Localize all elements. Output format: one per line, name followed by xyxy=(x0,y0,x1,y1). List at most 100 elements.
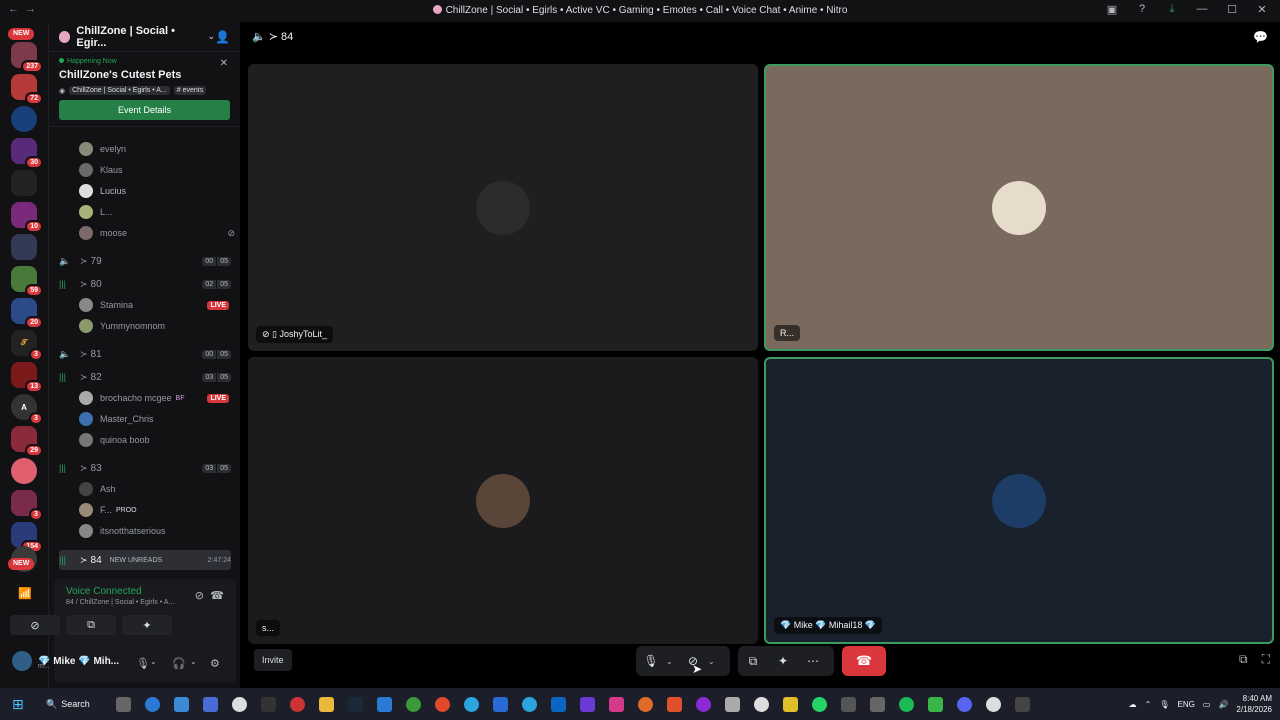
file-explorer-icon[interactable] xyxy=(319,697,334,712)
app-icon[interactable] xyxy=(986,697,1001,712)
server-icon[interactable]: 10 xyxy=(11,202,43,233)
voice-channel-83[interactable]: ||| ≻ 83 03 05 xyxy=(59,458,231,478)
app-icon[interactable] xyxy=(638,697,653,712)
close-icon[interactable]: ✕ xyxy=(220,58,228,69)
whatsapp-icon[interactable] xyxy=(812,697,827,712)
store-icon[interactable] xyxy=(174,697,189,712)
server-icon[interactable]: A3 xyxy=(11,394,43,425)
clock[interactable]: 8:40 AM 2/18/2026 xyxy=(1236,693,1272,715)
app-icon[interactable] xyxy=(232,697,247,712)
teams-icon[interactable] xyxy=(203,697,218,712)
chevron-down-icon[interactable]: ⌄ xyxy=(708,657,720,666)
add-user-icon[interactable]: 👤 xyxy=(215,30,230,44)
chevron-down-icon[interactable]: ⌄ xyxy=(666,657,678,666)
server-header[interactable]: ChillZone | Social • Egir... ⌄ 👤 xyxy=(49,22,240,52)
voice-channel-80[interactable]: ||| ≻ 80 02 05 xyxy=(59,274,231,294)
taskbar-search[interactable]: 🔍 Search xyxy=(46,695,90,713)
app-icon[interactable] xyxy=(1015,697,1030,712)
app-icon[interactable] xyxy=(261,697,276,712)
camera-off-button[interactable]: ⊘ xyxy=(10,615,60,635)
edge-icon[interactable] xyxy=(145,697,160,712)
server-icon[interactable] xyxy=(11,106,37,132)
new-pill[interactable]: NEW xyxy=(8,558,35,570)
more-icon[interactable]: ⋯ xyxy=(798,654,828,668)
server-icon[interactable] xyxy=(11,170,37,196)
leave-call-button[interactable]: ☎ xyxy=(842,646,886,676)
new-unreads-label[interactable]: NEW UNREADS xyxy=(110,557,163,564)
maximize-icon[interactable]: ☐ xyxy=(1224,3,1240,16)
voice-user[interactable]: brochacho mcgee BF LIVE xyxy=(79,389,229,407)
voice-user[interactable]: moose ⊘ xyxy=(79,224,235,242)
voice-channel-81[interactable]: 🔈 ≻ 81 00 05 xyxy=(59,344,231,364)
microphone-icon[interactable]: 🎙 xyxy=(1159,700,1169,709)
voice-location[interactable]: 84 / ChillZone | Social • Egirls • A... xyxy=(66,599,174,606)
screen-share-icon[interactable]: ⧉ xyxy=(738,654,768,669)
server-icon[interactable]: 29 xyxy=(11,426,43,457)
voice-user[interactable]: L... xyxy=(79,203,113,221)
brave-icon[interactable] xyxy=(667,697,682,712)
server-icon[interactable]: 13 xyxy=(11,362,43,393)
invite-button[interactable]: Invite xyxy=(254,649,292,671)
video-tile[interactable]: ⊘ ▯ JoshyToLit_ xyxy=(248,64,758,351)
network-icon[interactable]: ▭ xyxy=(1203,700,1211,709)
video-tile[interactable]: 💎 Mike 💎 Mihail18 💎 xyxy=(764,357,1274,644)
server-icon[interactable]: 3 xyxy=(11,490,43,521)
pop-out-icon[interactable]: ⧉ xyxy=(1239,652,1248,667)
discord-icon[interactable] xyxy=(957,697,972,712)
voice-status[interactable]: Voice Connected xyxy=(66,586,142,597)
server-icon[interactable]: 20 xyxy=(11,298,43,329)
server-icon[interactable]: 154 xyxy=(11,522,43,553)
voice-user[interactable]: evelyn xyxy=(79,140,126,158)
instagram-icon[interactable] xyxy=(609,697,624,712)
volume-icon[interactable]: 🔊 xyxy=(1218,700,1228,709)
download-icon[interactable]: ⤓ xyxy=(1164,3,1180,16)
voice-user[interactable]: Master_Chris xyxy=(79,410,154,428)
voice-user[interactable]: F... PROO xyxy=(79,501,137,519)
app-icon[interactable] xyxy=(725,697,740,712)
server-icon[interactable]: 72 xyxy=(11,74,43,105)
voice-user[interactable]: Stamina LIVE xyxy=(79,296,229,314)
telegram-icon[interactable] xyxy=(522,697,537,712)
new-pill[interactable]: NEW xyxy=(8,28,35,40)
server-icon[interactable]: 𝓣3 xyxy=(11,330,43,361)
activities-icon[interactable]: ✦ xyxy=(768,654,798,668)
microphone-icon[interactable]: 🎙 xyxy=(636,654,666,668)
video-tile[interactable]: s... xyxy=(248,357,758,644)
voice-user[interactable]: quinoa boob xyxy=(79,431,150,449)
app-icon[interactable] xyxy=(580,697,595,712)
server-icon[interactable]: 30 xyxy=(11,138,43,169)
app-icon[interactable] xyxy=(696,697,711,712)
inbox-icon[interactable]: ▣ xyxy=(1104,3,1120,16)
server-icon[interactable] xyxy=(11,234,37,260)
microphone-icon[interactable]: 🎙 xyxy=(136,657,150,670)
fullscreen-icon[interactable]: ⛶ xyxy=(1262,652,1270,667)
weather-icon[interactable]: ☁ xyxy=(1129,700,1137,709)
windows-start-icon[interactable]: ⊞ xyxy=(12,696,28,712)
voice-channel-84[interactable]: ||| ≻ 84 NEW UNREADS 2:47:24 xyxy=(59,550,231,570)
video-tile[interactable]: R... xyxy=(764,64,1274,351)
app-icon[interactable] xyxy=(754,697,769,712)
voice-channel-79[interactable]: 🔈 ≻ 79 00 05 xyxy=(59,251,231,271)
task-view-icon[interactable] xyxy=(116,697,131,712)
language-indicator[interactable]: ENG xyxy=(1178,700,1195,709)
spotify-icon[interactable] xyxy=(899,697,914,712)
app-icon[interactable] xyxy=(464,697,479,712)
close-icon[interactable]: ✕ xyxy=(1254,3,1270,16)
activities-button[interactable]: ✦ xyxy=(122,615,172,635)
app-icon[interactable] xyxy=(377,697,392,712)
app-icon[interactable] xyxy=(928,697,943,712)
app-icon[interactable] xyxy=(870,697,885,712)
voice-user[interactable]: itsnotthatserious xyxy=(79,522,166,540)
user-panel[interactable]: 💎 Mike 💎 Mih... m... xyxy=(12,651,119,671)
chat-icon[interactable]: 💬 xyxy=(1253,30,1268,44)
steam-icon[interactable] xyxy=(348,697,363,712)
chevron-down-icon[interactable]: ⌄ xyxy=(190,657,197,666)
disconnect-icon[interactable]: ☎ xyxy=(210,589,224,602)
noise-suppression-icon[interactable]: ⊘ xyxy=(195,589,204,602)
chevron-down-icon[interactable]: ⌄ xyxy=(150,657,157,666)
voice-user[interactable]: Yummynomnom xyxy=(79,317,165,335)
server-icon[interactable]: 59 xyxy=(11,266,43,297)
help-icon[interactable]: ? xyxy=(1134,3,1150,16)
voice-user[interactable]: Lucius xyxy=(79,182,126,200)
app-icon[interactable] xyxy=(783,697,798,712)
